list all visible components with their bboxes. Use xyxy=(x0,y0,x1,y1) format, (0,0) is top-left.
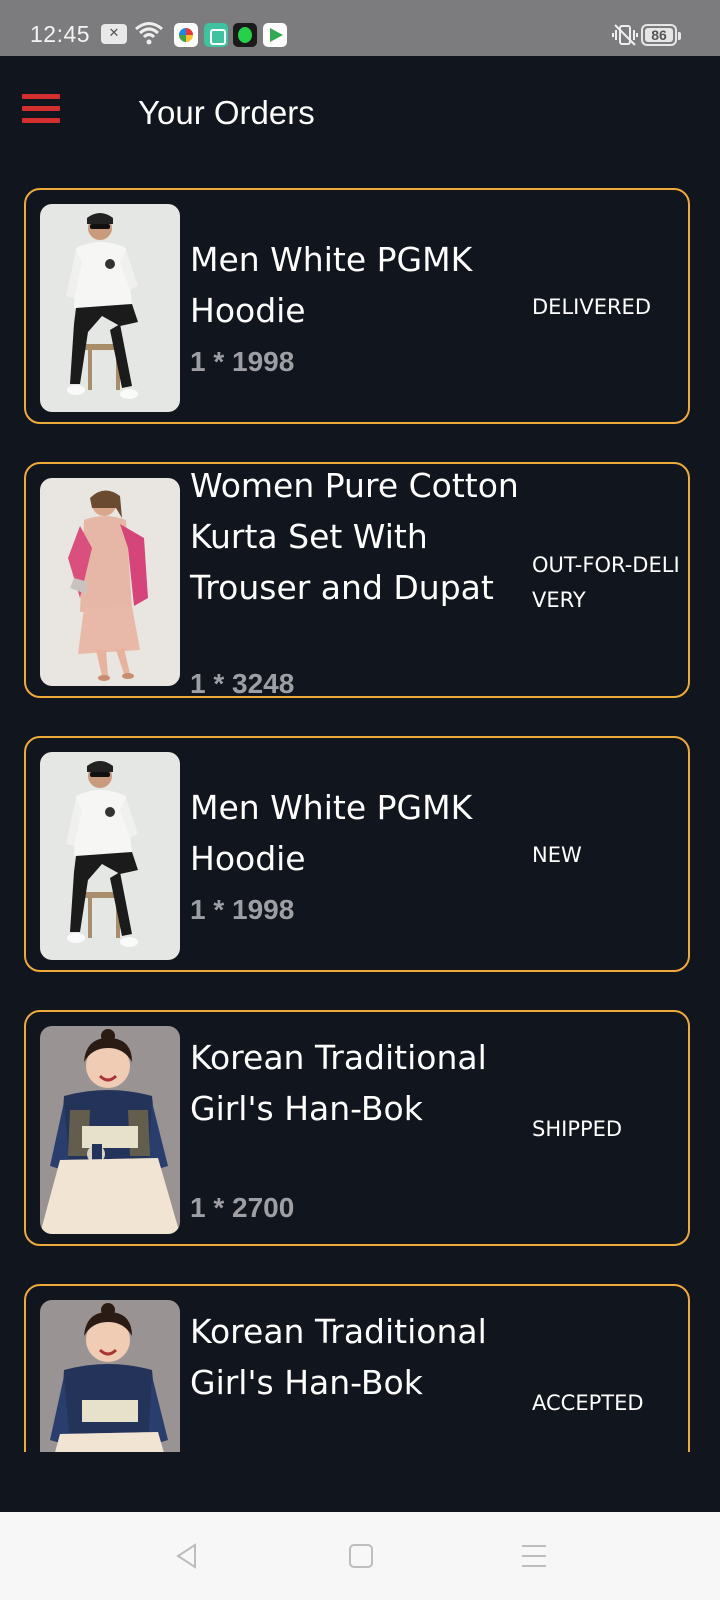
quantity-price: 1 * 1998 xyxy=(190,894,295,925)
wifi-icon xyxy=(134,20,164,50)
app-icon xyxy=(233,23,257,47)
product-name: Men White PGMK Hoodie xyxy=(190,788,473,878)
home-icon[interactable] xyxy=(348,1542,374,1574)
product-name: Men White PGMK Hoodie xyxy=(190,240,473,330)
order-status: OUT-FOR-DELIVERY xyxy=(532,553,680,612)
product-image xyxy=(40,752,180,960)
battery-level: 86 xyxy=(651,27,667,43)
product-name: Korean Traditional Girl's Han-Bok xyxy=(190,1038,487,1128)
product-image xyxy=(40,204,180,412)
hamburger-menu-icon[interactable] xyxy=(22,94,60,126)
quantity-price: 1 * 3248 xyxy=(190,668,295,699)
status-time: 12:45 xyxy=(30,21,91,47)
product-name: Korean Traditional Girl's Han-Bok xyxy=(190,1312,487,1402)
product-image xyxy=(40,1026,180,1234)
order-card[interactable]: Women Pure Cotton Kurta Set With Trouser… xyxy=(24,462,690,699)
close-notification-icon: ✕ xyxy=(101,24,127,44)
order-status: NEW xyxy=(532,843,582,867)
page-title: Your Orders xyxy=(138,94,315,131)
app-icon xyxy=(204,23,228,47)
product-image xyxy=(40,1300,180,1452)
order-status: DELIVERED xyxy=(532,295,651,319)
order-card[interactable]: Korean Traditional Girl's Han-Bok ACCEPT… xyxy=(24,1284,690,1452)
order-card[interactable]: Men White PGMK Hoodie 1 * 1998 NEW xyxy=(24,736,690,972)
order-card[interactable]: Men White PGMK Hoodie 1 * 1998 DELIVERED xyxy=(24,188,690,424)
vibrate-icon xyxy=(612,24,638,50)
product-name: Women Pure Cotton Kurta Set With Trouser… xyxy=(190,466,519,607)
play-store-icon xyxy=(263,23,287,47)
order-card[interactable]: Korean Traditional Girl's Han-Bok 1 * 27… xyxy=(24,1010,690,1246)
status-bar: 12:45 ✕ 86 xyxy=(0,0,720,56)
order-status: ACCEPTED xyxy=(532,1391,644,1415)
back-icon[interactable] xyxy=(173,1542,201,1574)
quantity-price: 1 * 1998 xyxy=(190,346,295,377)
app-header: Your Orders xyxy=(0,56,720,170)
order-list[interactable]: Men White PGMK Hoodie 1 * 1998 DELIVERED… xyxy=(0,170,720,1452)
system-nav-bar xyxy=(0,1512,720,1600)
product-image xyxy=(40,478,180,686)
app-icon xyxy=(174,23,198,47)
order-status: SHIPPED xyxy=(532,1117,623,1141)
battery-icon: 86 xyxy=(641,24,681,46)
recents-menu-icon[interactable] xyxy=(520,1542,548,1574)
quantity-price: 1 * 2700 xyxy=(190,1192,295,1223)
